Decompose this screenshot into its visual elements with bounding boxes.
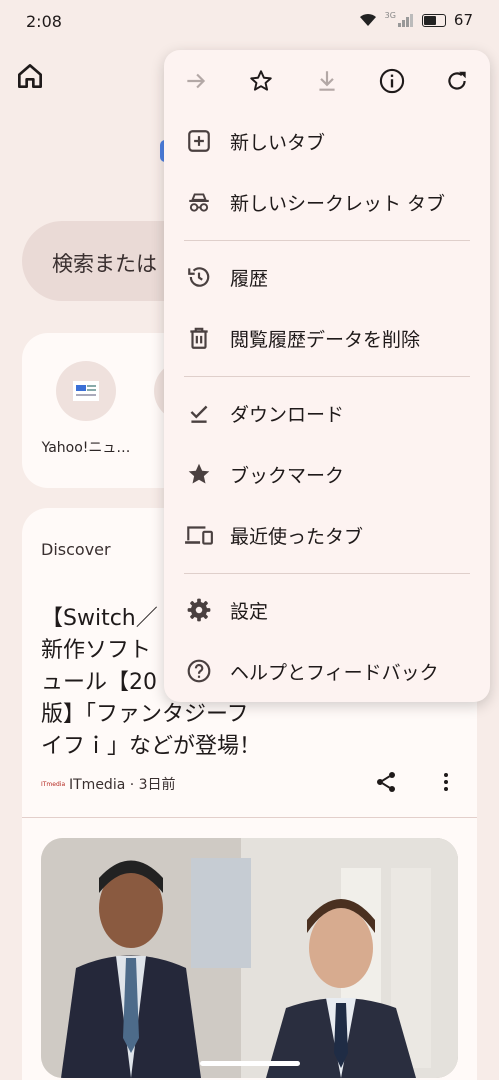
menu-item-recent-tabs[interactable]: 最近使ったタブ [164, 507, 490, 563]
menu-item-label: ヘルプとフィードバック [230, 661, 439, 684]
discover-title: Discover [41, 540, 111, 559]
menu-item-label: ブックマーク [230, 464, 345, 487]
shortcut-icon [56, 361, 116, 421]
overflow-menu: 新しいタブ 新しいシークレット タブ 履歴 閲覧履歴データを削除 ダウンロード … [164, 50, 490, 702]
download-icon [319, 71, 335, 91]
article-image[interactable] [41, 838, 458, 1078]
shortcut-tile[interactable]: Yahoo!ニュ… [36, 361, 136, 457]
menu-divider [184, 240, 470, 241]
devices-icon [184, 520, 214, 550]
menu-item-label: 新しいシークレット タブ [230, 192, 446, 215]
shortcut-label: Yahoo!ニュ… [41, 440, 131, 456]
headline-line: イフｉ」などが登場！ [41, 734, 262, 759]
menu-item-bookmarks[interactable]: ブックマーク [164, 446, 490, 502]
reload-icon [448, 71, 466, 90]
menu-item-incognito[interactable]: 新しいシークレット タブ [164, 174, 490, 230]
card-divider [22, 817, 477, 818]
menu-toolbar [164, 50, 490, 110]
gear-icon [184, 595, 214, 625]
battery-icon [421, 13, 446, 27]
menu-item-clear-browsing-data[interactable]: 閲覧履歴データを削除 [164, 310, 490, 366]
source-text: ITmedia · 3日前 [69, 777, 176, 793]
menu-item-label: 設定 [230, 600, 269, 623]
bookmark-star-icon [184, 459, 214, 489]
more-vert-icon[interactable] [434, 770, 458, 794]
menu-item-downloads[interactable]: ダウンロード [164, 385, 490, 441]
menu-item-label: 閲覧履歴データを削除 [230, 328, 421, 351]
share-icon[interactable] [374, 770, 398, 794]
menu-divider [184, 376, 470, 377]
signal-icon [397, 14, 413, 27]
menu-item-label: ダウンロード [230, 403, 345, 426]
home-icon[interactable] [14, 60, 46, 92]
headline-line: 版】「ファンタジーフ [41, 702, 249, 727]
source-logo: ITmedia [41, 780, 66, 788]
search-placeholder: 検索または [52, 252, 157, 276]
menu-item-settings[interactable]: 設定 [164, 582, 490, 638]
reload-button[interactable] [442, 66, 472, 96]
status-icons: 3G 67 [359, 11, 473, 29]
article-source: ITmedia ITmedia · 3日前 [41, 774, 176, 794]
star-icon [250, 70, 272, 91]
page-info-button[interactable] [377, 66, 407, 96]
new-tab-icon [184, 126, 214, 156]
menu-item-new-tab[interactable]: 新しいタブ [164, 113, 490, 169]
download-button[interactable] [312, 66, 342, 96]
help-icon [184, 656, 214, 686]
battery-percent: 67 [453, 11, 473, 29]
trash-icon [184, 323, 214, 353]
incognito-icon [184, 187, 214, 217]
menu-item-label: 最近使ったタブ [230, 525, 364, 548]
download-done-icon [184, 398, 214, 428]
history-icon [184, 262, 214, 292]
screen: 2:08 3G 67 検索または Yahoo!ニュ… Discover 【Swi… [0, 0, 499, 1080]
wifi-icon [359, 13, 376, 26]
bookmark-button[interactable] [246, 66, 276, 96]
menu-item-label: 新しいタブ [230, 131, 326, 154]
menu-divider [184, 573, 470, 574]
forward-button[interactable] [181, 66, 211, 96]
status-bar: 2:08 3G 67 [0, 0, 499, 44]
info-icon [379, 68, 405, 94]
menu-item-label: 履歴 [230, 267, 269, 290]
home-indicator[interactable] [200, 1061, 300, 1066]
battery-level [423, 15, 436, 25]
status-time: 2:08 [26, 12, 62, 31]
menu-item-help-feedback[interactable]: ヘルプとフィードバック [164, 643, 490, 699]
network-label: 3G [384, 11, 396, 20]
forward-icon [187, 73, 206, 89]
menu-item-history[interactable]: 履歴 [164, 249, 490, 305]
